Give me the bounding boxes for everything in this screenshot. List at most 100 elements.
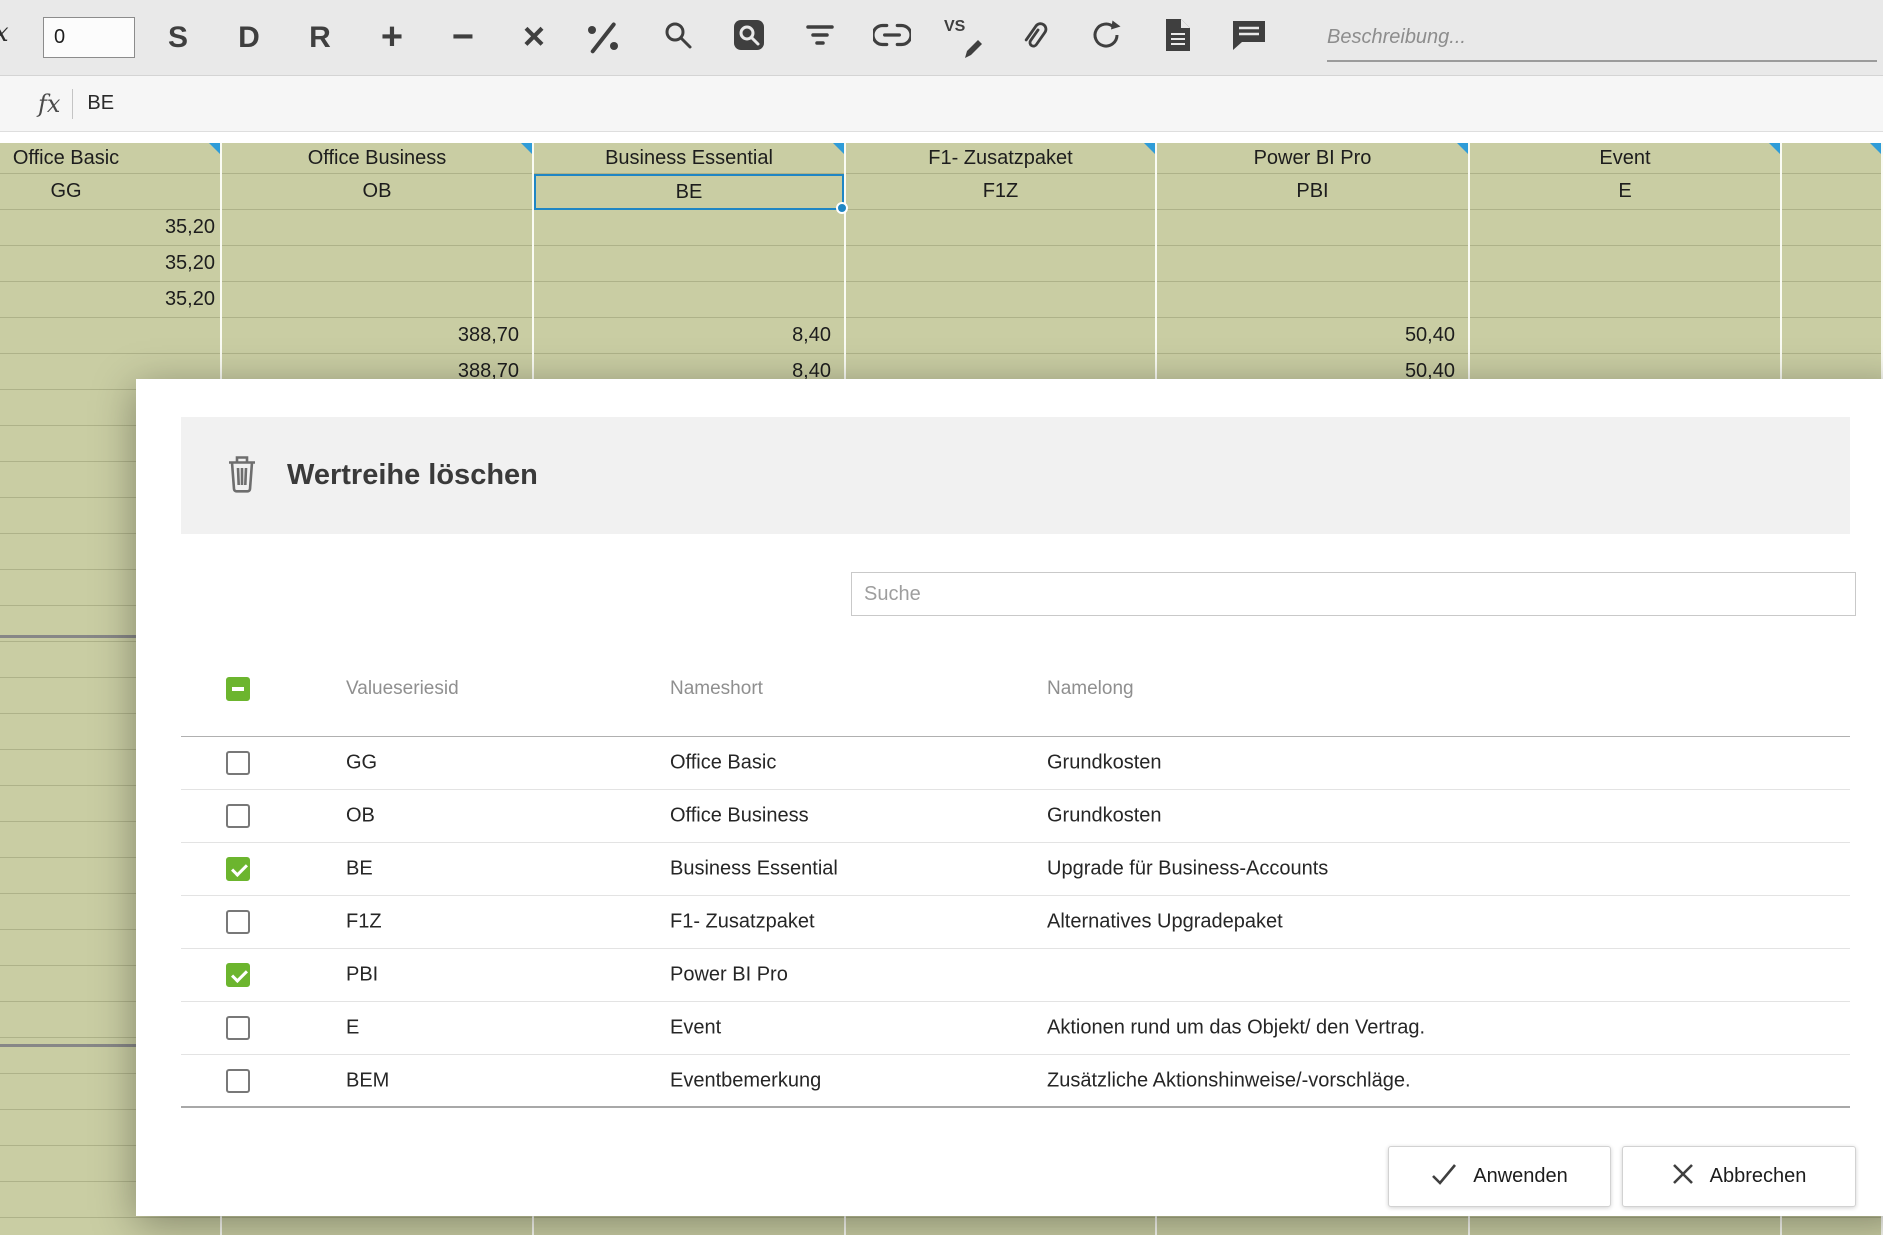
document-button[interactable] <box>1150 0 1206 75</box>
cell[interactable] <box>222 246 532 282</box>
cell[interactable] <box>1157 210 1468 246</box>
advanced-search-button[interactable] <box>721 0 777 75</box>
column-header-OB[interactable]: Office Business <box>222 143 532 174</box>
multiply-button[interactable]: × <box>506 0 562 75</box>
cell[interactable] <box>534 210 844 246</box>
row-checkbox[interactable] <box>226 1069 250 1093</box>
table-row[interactable]: F1Z F1- Zusatzpaket Alternatives Upgrade… <box>181 896 1850 949</box>
cell[interactable] <box>534 246 844 282</box>
cell[interactable] <box>1782 282 1881 318</box>
cell[interactable] <box>222 1218 532 1235</box>
row-checkbox[interactable] <box>226 857 250 881</box>
cell[interactable]: 35,20 <box>0 282 220 318</box>
cell[interactable] <box>1470 210 1780 246</box>
cell[interactable] <box>1782 318 1881 354</box>
cell[interactable] <box>222 210 532 246</box>
table-row[interactable]: PBI Power BI Pro <box>181 949 1850 1002</box>
attachment-button[interactable] <box>1006 0 1062 75</box>
cell[interactable] <box>222 282 532 318</box>
cell-valueseriesid: F1Z <box>346 911 382 934</box>
series-code-cell-GG[interactable]: GG <box>0 174 220 210</box>
cell[interactable] <box>1157 282 1468 318</box>
table-row[interactable]: BEM Eventbemerkung Zusätzliche Aktionshi… <box>181 1055 1850 1108</box>
cell[interactable] <box>846 318 1155 354</box>
column-header-E[interactable]: Event <box>1470 143 1780 174</box>
percent-edit-button[interactable] <box>575 0 631 75</box>
cell[interactable] <box>1470 282 1780 318</box>
cell[interactable] <box>1157 1218 1468 1235</box>
row-checkbox[interactable] <box>226 751 250 775</box>
table-row[interactable]: E Event Aktionen rund um das Objekt/ den… <box>181 1002 1850 1055</box>
vs-edit-button[interactable]: VS <box>935 0 991 75</box>
cell[interactable] <box>534 282 844 318</box>
cancel-button[interactable]: Abbrechen <box>1622 1146 1856 1207</box>
column-header-valueseriesid: Valueseriesid <box>346 678 459 700</box>
subtract-button[interactable]: − <box>435 0 491 75</box>
column-header[interactable] <box>1782 143 1881 174</box>
description-input[interactable] <box>1327 14 1877 62</box>
cell[interactable] <box>1470 1218 1780 1235</box>
series-code-cell-OB[interactable]: OB <box>222 174 532 210</box>
series-code-cell[interactable] <box>1782 174 1881 210</box>
dialog-title: Wertreihe löschen <box>287 459 538 492</box>
search-button[interactable] <box>650 0 706 75</box>
add-button[interactable]: + <box>364 0 420 75</box>
cell[interactable]: 35,20 <box>0 246 220 282</box>
row-checkbox[interactable] <box>226 804 250 828</box>
selection-handle[interactable] <box>836 202 848 214</box>
cell[interactable] <box>1470 318 1780 354</box>
cell[interactable] <box>1782 210 1881 246</box>
cell[interactable] <box>0 1218 220 1235</box>
series-code-cell-F1Z[interactable]: F1Z <box>846 174 1155 210</box>
series-code-cell-BE[interactable]: BE <box>534 174 844 210</box>
formula-value[interactable]: BE <box>87 92 114 115</box>
cell[interactable] <box>1782 246 1881 282</box>
cell-nameshort: Office Business <box>670 805 809 828</box>
table-row[interactable]: BE Business Essential Upgrade für Busine… <box>181 843 1850 896</box>
cell[interactable]: 388,70 <box>222 318 532 354</box>
d-button[interactable]: D <box>221 0 277 75</box>
filter-icon <box>804 19 836 56</box>
advanced-search-icon <box>732 18 766 57</box>
filter-button[interactable] <box>792 0 848 75</box>
column-header-PBI[interactable]: Power BI Pro <box>1157 143 1468 174</box>
cell[interactable] <box>1470 246 1780 282</box>
column-header-F1Z[interactable]: F1- Zusatzpaket <box>846 143 1155 174</box>
table-row[interactable]: OB Office Business Grundkosten <box>181 790 1850 843</box>
number-input[interactable] <box>43 17 135 58</box>
cell[interactable] <box>1782 1218 1881 1235</box>
row-checkbox[interactable] <box>226 963 250 987</box>
cell[interactable] <box>534 1218 844 1235</box>
cell[interactable]: 35,20 <box>0 210 220 246</box>
refresh-button[interactable] <box>1078 0 1134 75</box>
cell[interactable] <box>1157 246 1468 282</box>
cell[interactable] <box>846 282 1155 318</box>
cell[interactable]: 8,40 <box>534 318 844 354</box>
series-code-cell-PBI[interactable]: PBI <box>1157 174 1468 210</box>
cell[interactable]: 50,40 <box>1157 318 1468 354</box>
delete-series-dialog: Wertreihe löschen Valueseriesid Nameshor… <box>136 379 1883 1216</box>
s-button[interactable]: S <box>150 0 206 75</box>
apply-button[interactable]: Anwenden <box>1388 1146 1611 1207</box>
percent-edit-icon <box>585 20 621 56</box>
cell[interactable] <box>0 318 220 354</box>
dialog-search-input[interactable] <box>851 572 1856 616</box>
r-button[interactable]: R <box>292 0 348 75</box>
cell[interactable] <box>846 1218 1155 1235</box>
comment-triangle-icon <box>209 143 220 154</box>
search-icon <box>662 19 694 56</box>
fx-cut-label: x <box>0 18 9 48</box>
comment-button[interactable] <box>1221 0 1277 75</box>
table-row[interactable]: GG Office Basic Grundkosten <box>181 737 1850 790</box>
series-code-cell-E[interactable]: E <box>1470 174 1780 210</box>
row-checkbox[interactable] <box>226 1016 250 1040</box>
comment-icon <box>1231 19 1267 57</box>
select-all-checkbox[interactable] <box>226 677 250 701</box>
column-header-GG[interactable]: Office Basic <box>0 143 220 174</box>
cell[interactable] <box>846 210 1155 246</box>
cell-nameshort: Business Essential <box>670 858 838 881</box>
row-checkbox[interactable] <box>226 910 250 934</box>
link-button[interactable] <box>864 0 920 75</box>
column-header-BE[interactable]: Business Essential <box>534 143 844 174</box>
cell[interactable] <box>846 246 1155 282</box>
